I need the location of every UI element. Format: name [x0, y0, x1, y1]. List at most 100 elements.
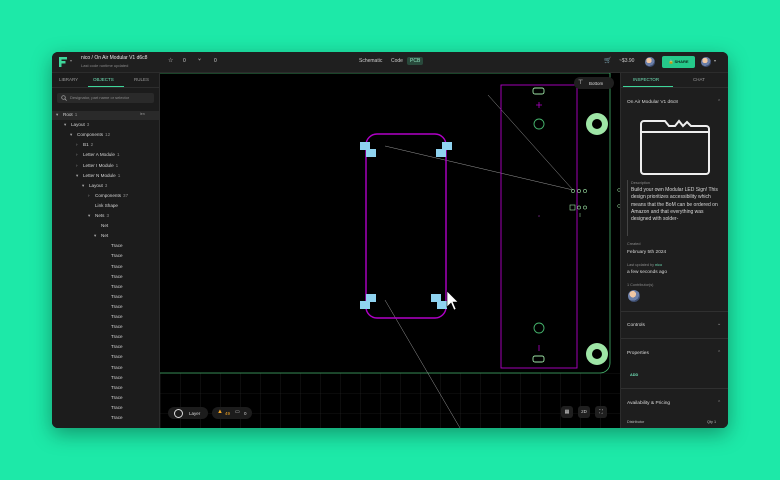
tree-item[interactable]: Link Shape [88, 203, 118, 212]
tree-expand-chevron-icon[interactable]: › [88, 193, 92, 198]
distributor-label: Distributor [627, 420, 645, 424]
tree-expand-chevron-icon[interactable]: ▾ [64, 122, 68, 128]
warnings-comments-indicator[interactable]: ▲ 49 ▭ 0 [212, 407, 252, 419]
tree-expand-chevron-icon[interactable]: ▾ [88, 213, 92, 219]
user-menu-chevron-icon[interactable]: ▾ [714, 58, 716, 63]
tree-item-label: Trace [111, 415, 123, 420]
tree-item[interactable]: Trace [104, 395, 123, 404]
user-avatar[interactable] [701, 57, 711, 67]
tree-item[interactable]: › Letter A Module 1 [76, 152, 120, 161]
tree-expand-chevron-icon[interactable]: › [76, 152, 80, 157]
tree-item[interactable]: Trace [104, 365, 123, 374]
tree-item[interactable]: ▾ Letter N Module 1 [76, 173, 120, 182]
ground-pad-bottom-right[interactable] [586, 343, 608, 365]
star-icon[interactable]: ☆ [168, 57, 173, 64]
tab-schematic[interactable]: Schematic [359, 58, 382, 64]
tree-item[interactable]: Trace [104, 243, 123, 252]
tab-library[interactable]: LIBRARY [59, 77, 78, 82]
tree-item[interactable]: Trace [104, 294, 123, 303]
price-estimate[interactable]: ~$3.90 [619, 58, 634, 64]
tree-item[interactable]: Net [94, 223, 108, 232]
fullscreen-icon[interactable]: ⛶ [595, 406, 607, 418]
tree-item[interactable]: Trace [104, 344, 123, 353]
tree-item[interactable]: ▾ Nets 3 [88, 213, 109, 222]
project-description: Build your own Modular LED Sign! This de… [631, 187, 718, 223]
tree-item[interactable]: ▾ Layout 3 [64, 122, 89, 131]
project-title[interactable]: nico / On Air Modular V1 d6c8 [81, 55, 147, 61]
cart-icon[interactable]: 🛒 [604, 57, 611, 64]
collapse-chevron-icon[interactable]: ⌃ [717, 400, 721, 406]
ground-pad-top-right[interactable] [586, 113, 608, 135]
tree-item[interactable]: Trace [104, 253, 123, 262]
pad[interactable] [442, 142, 452, 150]
properties-section[interactable]: Properties ⌃ ADD [621, 338, 728, 389]
tree-expand-chevron-icon[interactable]: ▾ [94, 233, 98, 239]
object-search-input[interactable]: Designator, part name or selector [57, 93, 154, 103]
tree-item[interactable]: Trace [104, 274, 123, 283]
tree-item[interactable]: Trace [104, 354, 123, 363]
tree-item[interactable]: › B1 2 [76, 142, 93, 151]
share-button[interactable]: 🔒 SHARE [662, 56, 695, 68]
contributor-avatar[interactable] [628, 290, 640, 302]
tree-item[interactable]: Trace [104, 304, 123, 313]
pad[interactable] [360, 142, 370, 150]
tab-code[interactable]: Code [391, 58, 403, 64]
tree-expand-chevron-icon[interactable]: ▾ [76, 173, 80, 179]
collaborator-avatar[interactable] [645, 57, 655, 67]
tree-item[interactable]: › Letter I Module 1 [76, 163, 118, 172]
tab-chat[interactable]: CHAT [693, 77, 705, 82]
tree-expand-chevron-icon[interactable]: ▾ [70, 132, 74, 138]
tree-expand-chevron-icon[interactable]: › [76, 163, 80, 168]
tree-item[interactable]: Trace [104, 264, 123, 273]
tab-objects[interactable]: OBJECTS [93, 77, 114, 82]
tree-item-label: Trace [111, 404, 123, 410]
tree-item[interactable]: Trace [104, 314, 123, 323]
tab-pcb[interactable]: PCB [407, 57, 424, 65]
tree-item-label: Trace [111, 293, 123, 299]
tree-item[interactable]: Trace [104, 324, 123, 333]
layer-circle-icon [174, 408, 183, 418]
fork-icon[interactable]: ⑂ [198, 57, 201, 63]
pad[interactable] [436, 149, 446, 157]
tree-item[interactable]: Trace [104, 375, 123, 384]
view-2d-button[interactable]: 2D [578, 406, 590, 418]
pad[interactable] [360, 301, 370, 309]
description-label: Description [631, 181, 650, 185]
tree-item[interactable]: Trace [104, 405, 123, 414]
pad[interactable] [431, 294, 441, 302]
tree-item[interactable]: › Components 37 [88, 193, 128, 202]
tree-item[interactable]: Trace [104, 415, 123, 424]
tree-item[interactable]: ▾ Root 1 len [56, 112, 145, 121]
search-placeholder: Designator, part name or selector [70, 95, 130, 100]
tab-rules[interactable]: RULES [134, 77, 149, 82]
tree-item[interactable]: ▾ Layout 3 [82, 183, 107, 192]
pcb-drawing[interactable]: o [160, 73, 620, 428]
layer-selector-button[interactable]: Layer [168, 407, 208, 419]
tree-item[interactable]: Trace [104, 334, 123, 343]
pad[interactable] [366, 294, 376, 302]
availability-section[interactable]: Availability & Pricing ⌃ Distributor Qty… [621, 388, 728, 428]
updated-by-link[interactable]: nico [655, 263, 662, 267]
tree-expand-chevron-icon[interactable]: › [76, 142, 80, 147]
add-property-button[interactable]: ADD [630, 373, 638, 377]
logo-chevron-icon[interactable]: ▾ [70, 58, 72, 63]
tab-inspector[interactable]: INSPECTOR [633, 77, 659, 82]
controls-section[interactable]: Controls ⌄ [621, 311, 728, 339]
pcb-canvas[interactable]: o ⊤ Bottom Layer ▲ 49 ▭ 0 ▦ 2D ⛶ [160, 73, 620, 428]
tree-expand-chevron-icon[interactable]: ▾ [82, 183, 86, 189]
expand-chevron-icon[interactable]: ⌄ [717, 321, 721, 327]
tree-expand-chevron-icon[interactable]: ▾ [56, 112, 60, 118]
pad[interactable] [366, 149, 376, 157]
tree-item[interactable]: ▾ Components 12 [70, 132, 110, 141]
collapse-chevron-icon[interactable]: ⌃ [717, 350, 721, 356]
grid-toggle-icon[interactable]: ▦ [561, 406, 573, 418]
layer-toggle-bottom[interactable]: ⊤ Bottom [574, 77, 614, 89]
collapse-chevron-icon[interactable]: ⌃ [717, 99, 721, 105]
app-logo-icon[interactable] [58, 56, 68, 68]
tree-item-label: Trace [111, 364, 123, 370]
tree-item[interactable]: Trace [104, 284, 123, 293]
tree-item[interactable]: Trace [104, 385, 123, 394]
tree-item[interactable]: ▾ Net [94, 233, 108, 242]
pad[interactable] [437, 301, 447, 309]
active-tab-indicator [623, 86, 673, 87]
